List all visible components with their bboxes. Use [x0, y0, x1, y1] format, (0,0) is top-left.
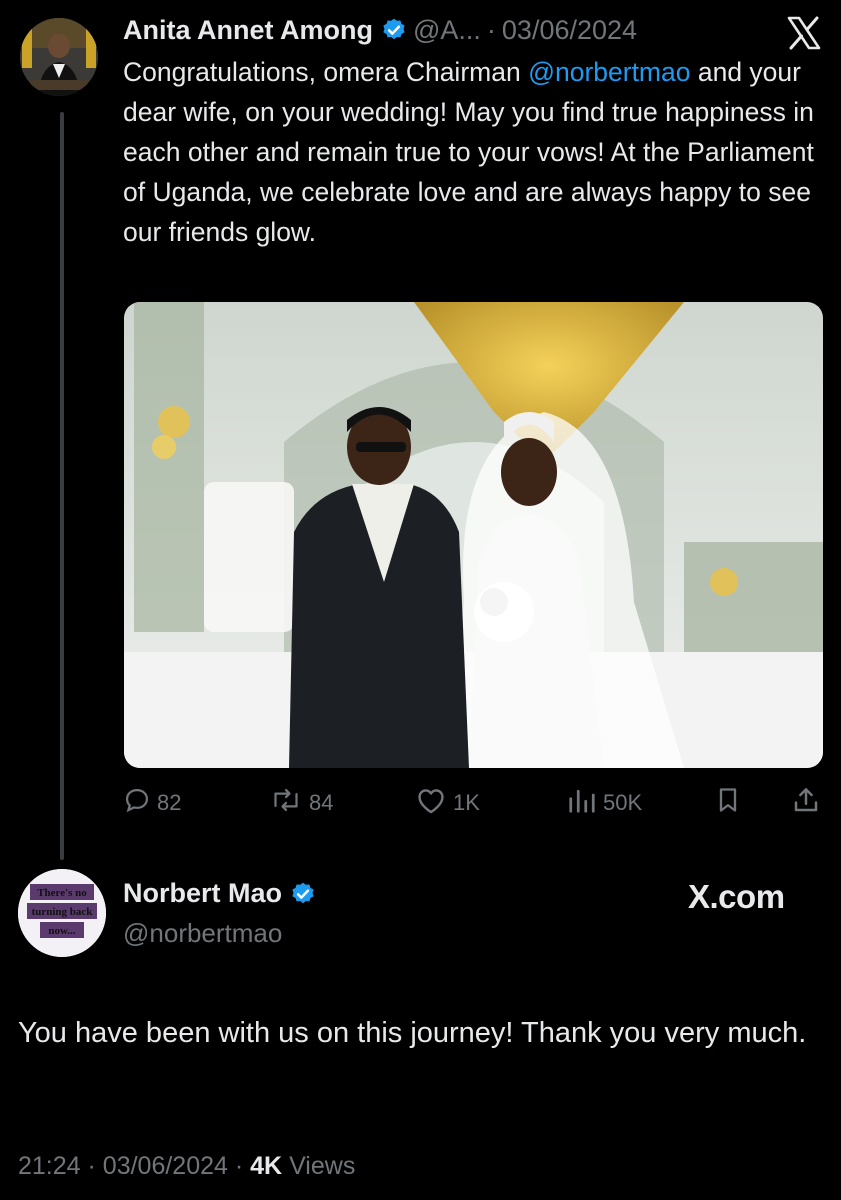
mention-link[interactable]: @norbertmao	[528, 57, 690, 87]
reply-text: You have been with us on this journey! T…	[18, 1017, 807, 1049]
reply-author-avatar[interactable]: There's no turning back now...	[18, 869, 106, 957]
repost-button[interactable]: 84	[269, 785, 333, 821]
like-count: 1K	[453, 790, 480, 815]
verified-badge-icon	[381, 17, 407, 43]
like-button[interactable]: 1K	[415, 785, 480, 821]
tweet-actions: 82 84 1K 50K	[123, 785, 823, 821]
reply-author-row: Norbert Mao	[123, 878, 322, 909]
thread-connector	[60, 112, 64, 860]
separator-dot: ·	[234, 1152, 251, 1180]
reply-views-label: Views	[289, 1152, 356, 1180]
reply-views-count: 4K	[250, 1152, 283, 1180]
tweet-text-part-1: Congratulations, omera Chairman	[123, 57, 529, 87]
tweet-photo[interactable]	[124, 302, 823, 768]
separator-dot: ·	[486, 14, 496, 45]
like-icon	[415, 786, 453, 820]
author-handle[interactable]: @A...	[413, 15, 481, 46]
views-icon	[567, 786, 603, 820]
repost-icon	[269, 786, 309, 820]
reply-author-name[interactable]: Norbert Mao	[123, 878, 282, 909]
repost-count: 84	[309, 790, 334, 815]
tweet-header: Anita Annet Among @A... · 03/06/2024	[123, 10, 637, 50]
reply-count: 82	[157, 790, 182, 815]
tweet-date[interactable]: 03/06/2024	[502, 15, 637, 46]
reply-meta: 21:24 · 03/06/2024 · 4K Views	[18, 1152, 355, 1181]
x-logo-icon	[786, 16, 822, 50]
reply-date[interactable]: 03/06/2024	[103, 1152, 228, 1180]
reply-button[interactable]: 82	[123, 785, 181, 821]
share-button[interactable]	[791, 785, 827, 821]
verified-badge-icon	[290, 881, 316, 907]
views-count: 50K	[603, 790, 643, 815]
views-button[interactable]: 50K	[567, 785, 642, 821]
bookmark-icon	[715, 786, 747, 820]
share-icon	[791, 785, 827, 821]
reply-time[interactable]: 21:24	[18, 1152, 81, 1180]
x-com-watermark: X.com	[688, 878, 785, 915]
avatar-text-line-2: turning back	[32, 906, 94, 918]
author-avatar[interactable]	[20, 18, 98, 96]
avatar-text-line-3: now...	[48, 925, 75, 937]
reply-icon	[123, 786, 157, 820]
author-name[interactable]: Anita Annet Among	[123, 15, 373, 46]
tweet-text: Congratulations, omera Chairman @norbert…	[123, 52, 823, 252]
avatar-text-line-1: There's no	[37, 887, 87, 899]
bookmark-button[interactable]	[715, 785, 747, 821]
separator-dot: ·	[87, 1152, 103, 1180]
reply-author-handle[interactable]: @norbertmao	[123, 918, 282, 949]
